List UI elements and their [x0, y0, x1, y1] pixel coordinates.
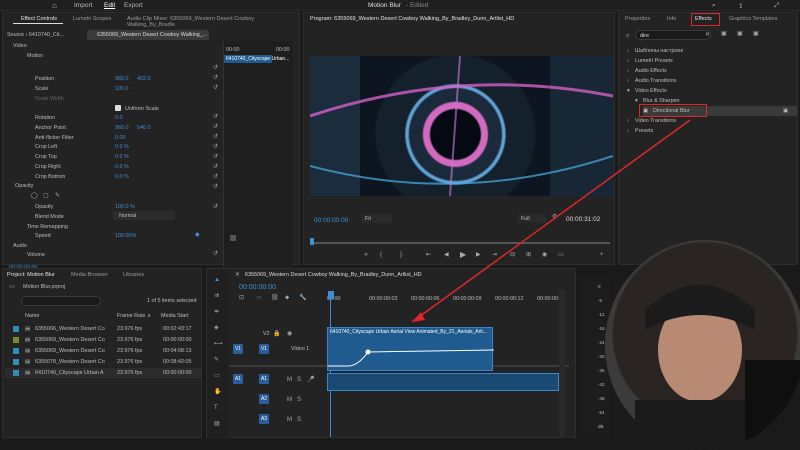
- annotation-arrow: [411, 119, 691, 323]
